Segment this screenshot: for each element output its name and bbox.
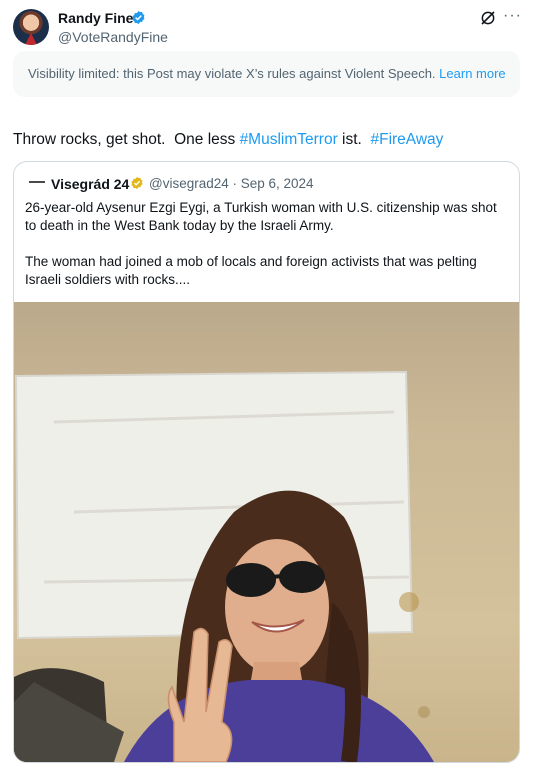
hashtag-muslimterror[interactable]: #MuslimTerror (240, 131, 338, 148)
grok-icon[interactable] (480, 10, 496, 26)
quote-paragraph: The woman had joined a mob of locals and… (25, 254, 477, 287)
quote-paragraph: 26-year-old Aysenur Ezgi Eygi, a Turkish… (25, 200, 497, 233)
quote-date[interactable]: Sep 6, 2024 (241, 176, 314, 191)
hashtag-fireaway[interactable]: #FireAway (370, 131, 443, 148)
quote-text: 26-year-old Aysenur Ezgi Eygi, a Turkish… (25, 199, 510, 307)
notice-text: Visibility limited: this Post may violat… (28, 66, 436, 81)
visibility-notice: Visibility limited: this Post may violat… (13, 51, 520, 97)
quoted-post[interactable]: Visegrád 24 @visegrad24 · Sep 6, 2024 26… (13, 161, 520, 763)
quote-author-name[interactable]: Visegrád 24 (51, 175, 129, 193)
quote-photo[interactable] (14, 302, 519, 762)
post-text-part: Throw rocks, get shot. One less (13, 131, 240, 148)
quote-author-handle[interactable]: @visegrad24 (149, 176, 229, 191)
more-options-icon[interactable]: ··· (503, 7, 522, 25)
author-name[interactable]: Randy Fine (58, 9, 133, 27)
gold-verified-badge-icon (131, 176, 143, 190)
photo-illustration (14, 370, 434, 762)
post-text: Throw rocks, get shot. One less #MuslimT… (13, 129, 443, 151)
quote-avatar[interactable] (28, 177, 46, 187)
quote-meta: @visegrad24 · Sep 6, 2024 (149, 176, 314, 191)
author-avatar[interactable] (13, 9, 49, 45)
post-text-part: ist. (337, 131, 371, 148)
author-handle[interactable]: @VoteRandyFine (58, 28, 168, 46)
learn-more-link[interactable]: Learn more (439, 66, 505, 81)
verified-badge-icon (132, 10, 145, 25)
